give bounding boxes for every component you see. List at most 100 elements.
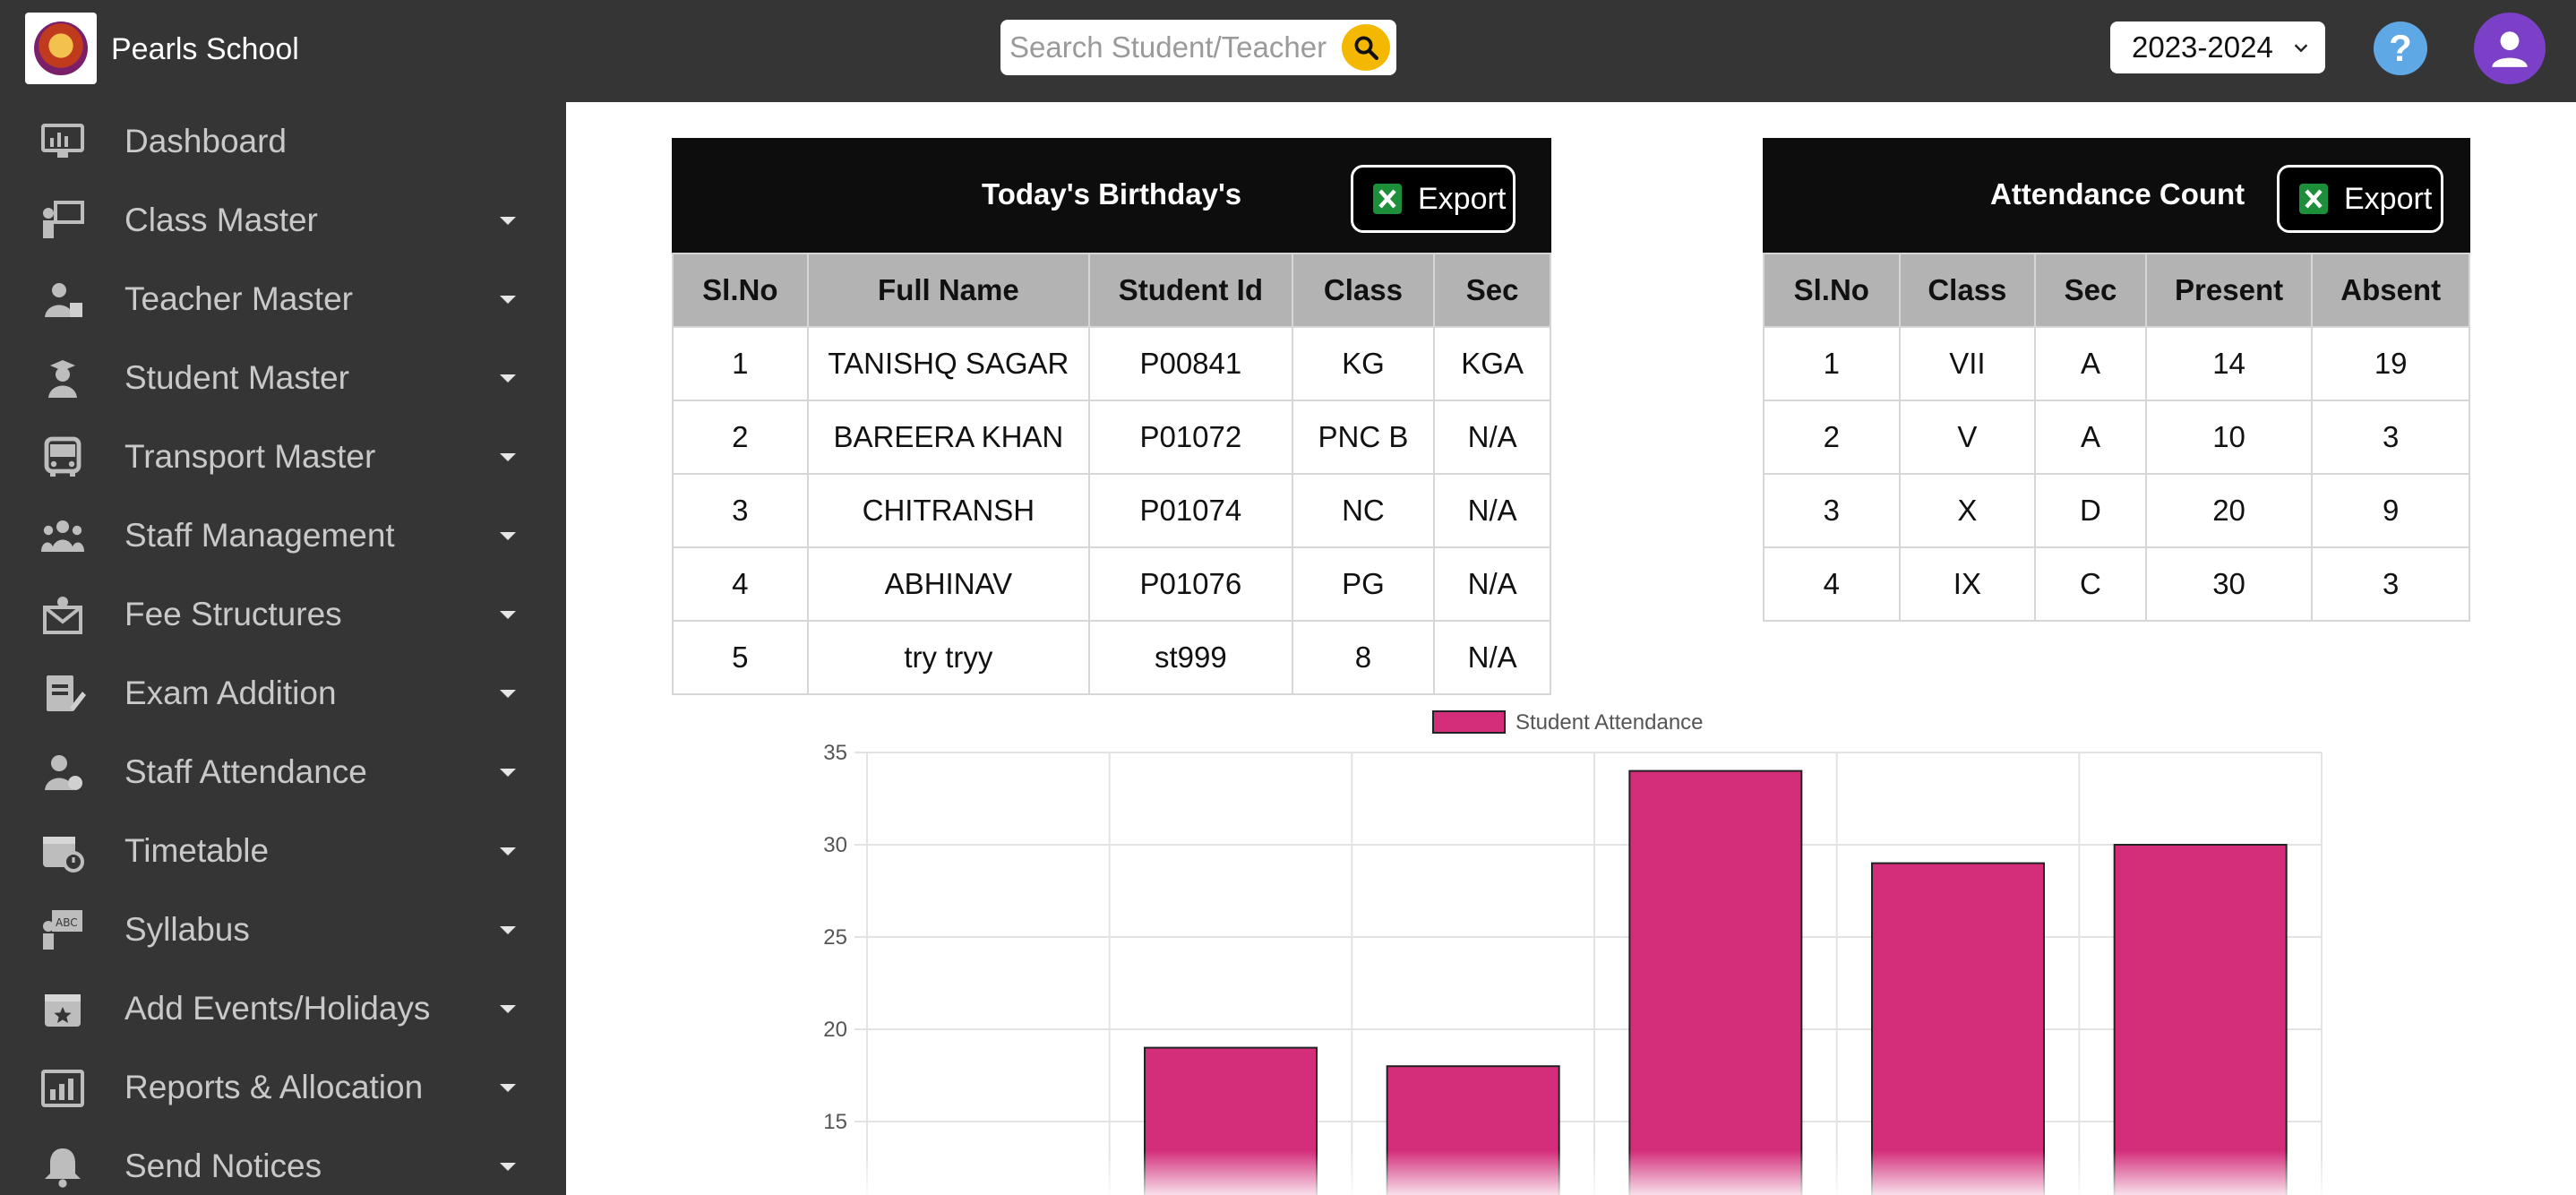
sidebar-item-staff-management[interactable]: Staff Management [0, 496, 566, 575]
sidebar-item-label: Staff Management [125, 517, 395, 554]
bar [1386, 1065, 1560, 1195]
table-cell: P01074 [1088, 473, 1293, 548]
sidebar-item-label: Send Notices [125, 1148, 322, 1184]
caret-down-icon [500, 611, 516, 619]
sidebar-item-add-events-holidays[interactable]: Add Events/Holidays [0, 969, 566, 1048]
table-cell: N/A [1433, 473, 1551, 548]
column-header: Class [1898, 253, 2037, 328]
table-cell: 2 [672, 400, 809, 475]
staff-group-icon [39, 512, 86, 559]
school-logo[interactable] [25, 13, 97, 84]
table-cell: A [2034, 326, 2147, 401]
sidebar-item-reports-allocation[interactable]: Reports & Allocation [0, 1048, 566, 1127]
column-header: Student Id [1088, 253, 1293, 328]
fee-icon [39, 591, 86, 638]
table-cell: 1 [1763, 326, 1901, 401]
sidebar-item-student-master[interactable]: Student Master [0, 339, 566, 417]
table-cell: TANISHQ SAGAR [806, 326, 1091, 401]
sidebar: Dashboard Class Master Teacher Master St… [0, 102, 566, 1195]
birthday-export-button[interactable]: Export [1351, 165, 1516, 233]
sidebar-item-dashboard[interactable]: Dashboard [0, 102, 566, 181]
user-icon [2492, 31, 2528, 67]
table-cell: CHITRANSH [806, 473, 1091, 548]
table-cell: P01076 [1088, 546, 1293, 622]
attendance-panel-header: Attendance Count Export [1763, 138, 2470, 253]
sidebar-item-label: Dashboard [125, 123, 288, 159]
sidebar-item-transport-master[interactable]: Transport Master [0, 417, 566, 496]
table-row: 1 VII A 14 19 [1763, 326, 2470, 401]
caret-down-icon [500, 453, 516, 461]
sidebar-item-label: Exam Addition [125, 675, 337, 711]
school-name: Pearls School [111, 32, 299, 66]
table-cell: 8 [1291, 620, 1436, 695]
table-cell: 14 [2144, 326, 2314, 401]
table-header-row: Sl.No Full Name Student Id Class Sec [672, 253, 1551, 328]
table-cell: VII [1898, 326, 2037, 401]
caret-down-icon [500, 1163, 516, 1171]
table-cell: NC [1291, 473, 1436, 548]
staff-attendance-icon [39, 749, 86, 795]
syllabus-board-icon: ABC [39, 907, 86, 953]
table-cell: 3 [672, 473, 809, 548]
sidebar-item-fee-structures[interactable]: Fee Structures [0, 575, 566, 654]
birthday-table: Sl.No Full Name Student Id Class Sec 1 T… [672, 253, 1551, 695]
attendance-export-button[interactable]: Export [2277, 165, 2443, 233]
help-button[interactable]: ? [2374, 21, 2427, 75]
table-cell: N/A [1433, 620, 1551, 695]
table-cell: BAREERA KHAN [806, 400, 1091, 475]
sidebar-item-exam-addition[interactable]: Exam Addition [0, 654, 566, 733]
y-tick-label: 20 [823, 1018, 847, 1042]
teacher-master-icon [39, 276, 86, 322]
table-cell: 1 [672, 326, 809, 401]
caret-down-icon [500, 1084, 516, 1092]
table-cell: 30 [2144, 546, 2314, 622]
table-cell: A [2034, 400, 2147, 475]
table-cell: C [2034, 546, 2147, 622]
sidebar-item-label: Student Master [125, 359, 349, 396]
caret-down-icon [500, 926, 516, 934]
column-header: Sl.No [1763, 253, 1901, 328]
search-icon [1354, 36, 1378, 60]
search-button[interactable] [1342, 24, 1390, 71]
y-tick-label: 35 [823, 741, 847, 765]
academic-year-select[interactable]: 2023-2024 [2110, 21, 2325, 73]
search-box [1000, 20, 1396, 75]
bar [1871, 862, 2045, 1195]
table-cell: 20 [2144, 473, 2314, 548]
column-header: Present [2144, 253, 2314, 328]
sidebar-item-staff-attendance[interactable]: Staff Attendance [0, 733, 566, 812]
table-cell: P00841 [1088, 326, 1293, 401]
user-avatar[interactable] [2474, 13, 2546, 84]
table-cell: 9 [2311, 473, 2470, 548]
export-label: Export [2344, 181, 2433, 216]
table-cell: 5 [672, 620, 809, 695]
table-cell: P01072 [1088, 400, 1293, 475]
sidebar-item-syllabus[interactable]: ABC Syllabus [0, 890, 566, 969]
school-crest-icon [34, 21, 88, 75]
table-row: 2 V A 10 3 [1763, 400, 2470, 475]
table-row: 2 BAREERA KHAN P01072 PNC B N/A [672, 400, 1551, 475]
table-cell: IX [1898, 546, 2037, 622]
sidebar-item-label: Transport Master [125, 438, 376, 475]
report-chart-icon [39, 1064, 86, 1111]
sidebar-item-label: Staff Attendance [125, 753, 367, 790]
sidebar-item-label: Timetable [125, 832, 270, 869]
bar [1144, 1046, 1318, 1195]
table-row: 3 CHITRANSH P01074 NC N/A [672, 473, 1551, 548]
sidebar-item-send-notices[interactable]: Send Notices [0, 1127, 566, 1195]
excel-icon [1373, 184, 1402, 214]
table-header-row: Sl.No Class Sec Present Absent [1763, 253, 2470, 328]
search-input[interactable] [1009, 25, 1341, 70]
table-row: 3 X D 20 9 [1763, 473, 2470, 548]
y-tick-label: 25 [823, 925, 847, 950]
attendance-panel-title: Attendance Count [1990, 177, 2245, 211]
sidebar-item-class-master[interactable]: Class Master [0, 181, 566, 260]
excel-icon [2299, 184, 2328, 214]
column-header: Class [1291, 253, 1436, 328]
sidebar-item-timetable[interactable]: Timetable [0, 812, 566, 890]
table-cell: 4 [672, 546, 809, 622]
caret-down-icon [500, 296, 516, 304]
sidebar-item-teacher-master[interactable]: Teacher Master [0, 260, 566, 339]
academic-year-value: 2023-2024 [2132, 30, 2273, 64]
table-cell: KG [1291, 326, 1436, 401]
